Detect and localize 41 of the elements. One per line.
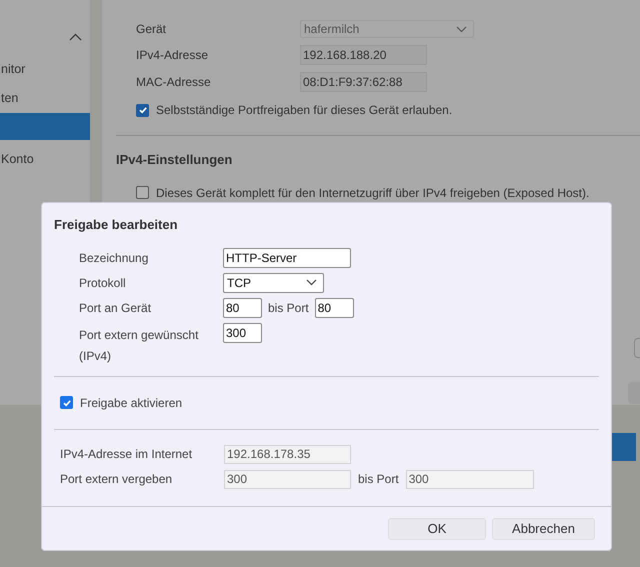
checkbox[interactable]: [136, 186, 149, 199]
field-label: Port an Gerät: [79, 300, 152, 316]
field-label: bis Port: [268, 300, 309, 316]
checkbox[interactable]: [60, 396, 73, 409]
field-label: Port extern gewünscht (IPv4): [79, 326, 200, 364]
protocol-dropdown[interactable]: TCP: [223, 272, 324, 292]
readonly-field: 300: [224, 470, 351, 488]
field-label: MAC-Adresse: [136, 74, 212, 91]
input-field[interactable]: 80: [223, 298, 262, 318]
readonly-field: 192.168.178.35: [224, 444, 351, 464]
input-field[interactable]: 08:D1:F9:37:62:88: [300, 72, 427, 92]
ok-button[interactable]: OK: [388, 518, 486, 540]
checkbox[interactable]: [136, 104, 149, 116]
checkbox-label: Freigabe aktivieren: [80, 394, 182, 412]
dropdown-value: TCP: [227, 274, 251, 292]
input-field[interactable]: 300: [223, 322, 262, 342]
sidebar-item[interactable]: nitor: [0, 55, 90, 84]
field-label: Bezeichnung: [79, 250, 150, 266]
field-label: bis Port: [358, 471, 399, 488]
input-field[interactable]: 192.168.188.20: [300, 45, 427, 65]
readonly-field: 300: [406, 470, 534, 488]
sidebar-item[interactable]: Konto: [0, 145, 90, 174]
dialog-title: Freigabe bearbeiten: [54, 216, 179, 234]
input-field[interactable]: 80: [314, 298, 354, 318]
caret-icon: [306, 279, 317, 286]
dropdown-value: hafermilch: [304, 21, 360, 38]
caret-icon: [456, 26, 467, 32]
field-label: IPv4-Adresse: [136, 47, 210, 64]
checkmark-icon: [62, 398, 72, 408]
field-label: Gerät: [136, 21, 168, 38]
checkbox-label: Selbstständige Portfreigaben für dieses Gerät erlauben.: [156, 102, 452, 119]
checkmark-icon: [138, 105, 148, 115]
cancel-button[interactable]: Abbrechen: [492, 518, 595, 540]
field-label: IPv4-Adresse im Internet: [60, 446, 194, 463]
checkbox-label: Dieses Gerät komplett für den Internetzugriff über IPv4 freigeben (Exposed Host).: [156, 184, 590, 202]
sidebar-item[interactable]: ten: [0, 84, 90, 113]
field-label: Port extern vergeben: [60, 471, 174, 488]
field-label: Protokoll: [79, 274, 127, 292]
input-field[interactable]: HTTP-Server: [223, 248, 351, 268]
chevron-up-icon[interactable]: [69, 33, 82, 41]
section-heading: IPv4-Einstellungen: [116, 151, 234, 169]
